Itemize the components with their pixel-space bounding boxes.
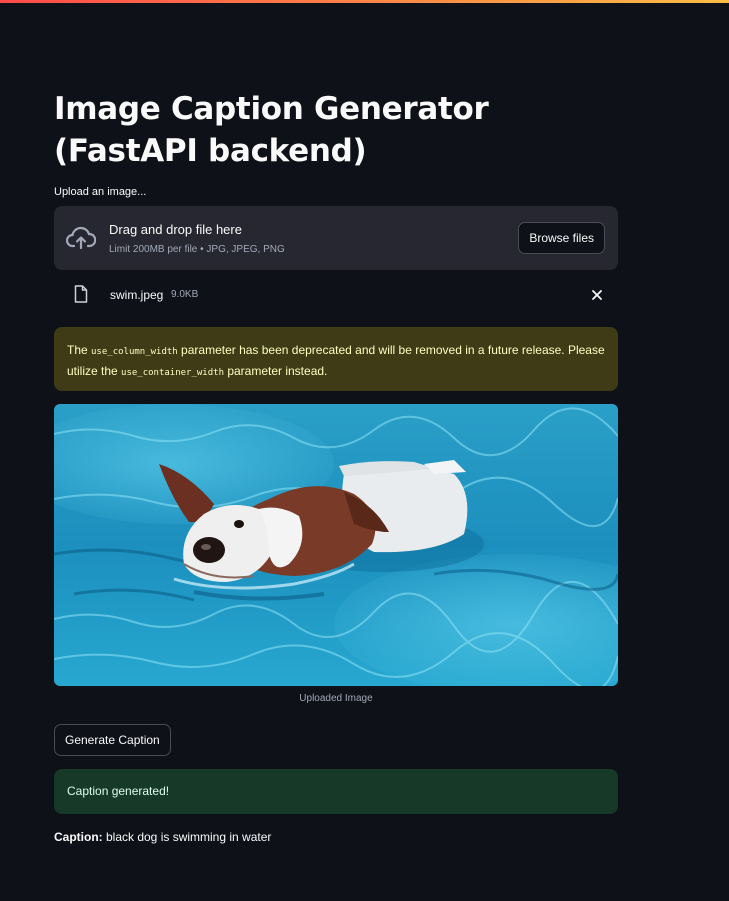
uploaded-image: [54, 404, 618, 686]
uploaded-file-row: swim.jpeg 9.0KB: [54, 280, 618, 310]
page-title: Image Caption Generator (FastAPI backend…: [54, 91, 489, 169]
browse-files-button[interactable]: Browse files: [518, 222, 605, 254]
image-caption: Uploaded Image: [299, 693, 373, 704]
deprecation-warning: The use_column_width parameter has been …: [54, 327, 618, 391]
warning-text-3: parameter instead.: [223, 364, 328, 378]
upload-label: Upload an image...: [54, 186, 147, 198]
cloud-upload-icon: [66, 226, 96, 250]
warning-code-2: use_container_width: [121, 368, 224, 378]
success-alert: Caption generated!: [54, 769, 618, 814]
dropzone-instructions: Drag and drop file here: [109, 222, 242, 237]
file-icon: [74, 285, 88, 303]
dropzone-limit: Limit 200MB per file • JPG, JPEG, PNG: [109, 244, 285, 255]
caption-result-text: black dog is swimming in water: [102, 830, 272, 844]
caption-result-label: Caption:: [54, 830, 103, 844]
warning-code-1: use_column_width: [91, 347, 178, 357]
swimming-dog-illustration: [54, 404, 618, 686]
file-dropzone[interactable]: Drag and drop file here Limit 200MB per …: [54, 206, 618, 270]
close-icon[interactable]: [590, 288, 604, 302]
top-decoration-bar: [0, 0, 729, 3]
file-name: swim.jpeg: [110, 288, 164, 302]
warning-text-1: The: [67, 343, 92, 357]
caption-result: Caption: black dog is swimming in water: [54, 830, 271, 844]
generate-caption-button[interactable]: Generate Caption: [54, 724, 171, 756]
file-size: 9.0KB: [171, 289, 199, 300]
